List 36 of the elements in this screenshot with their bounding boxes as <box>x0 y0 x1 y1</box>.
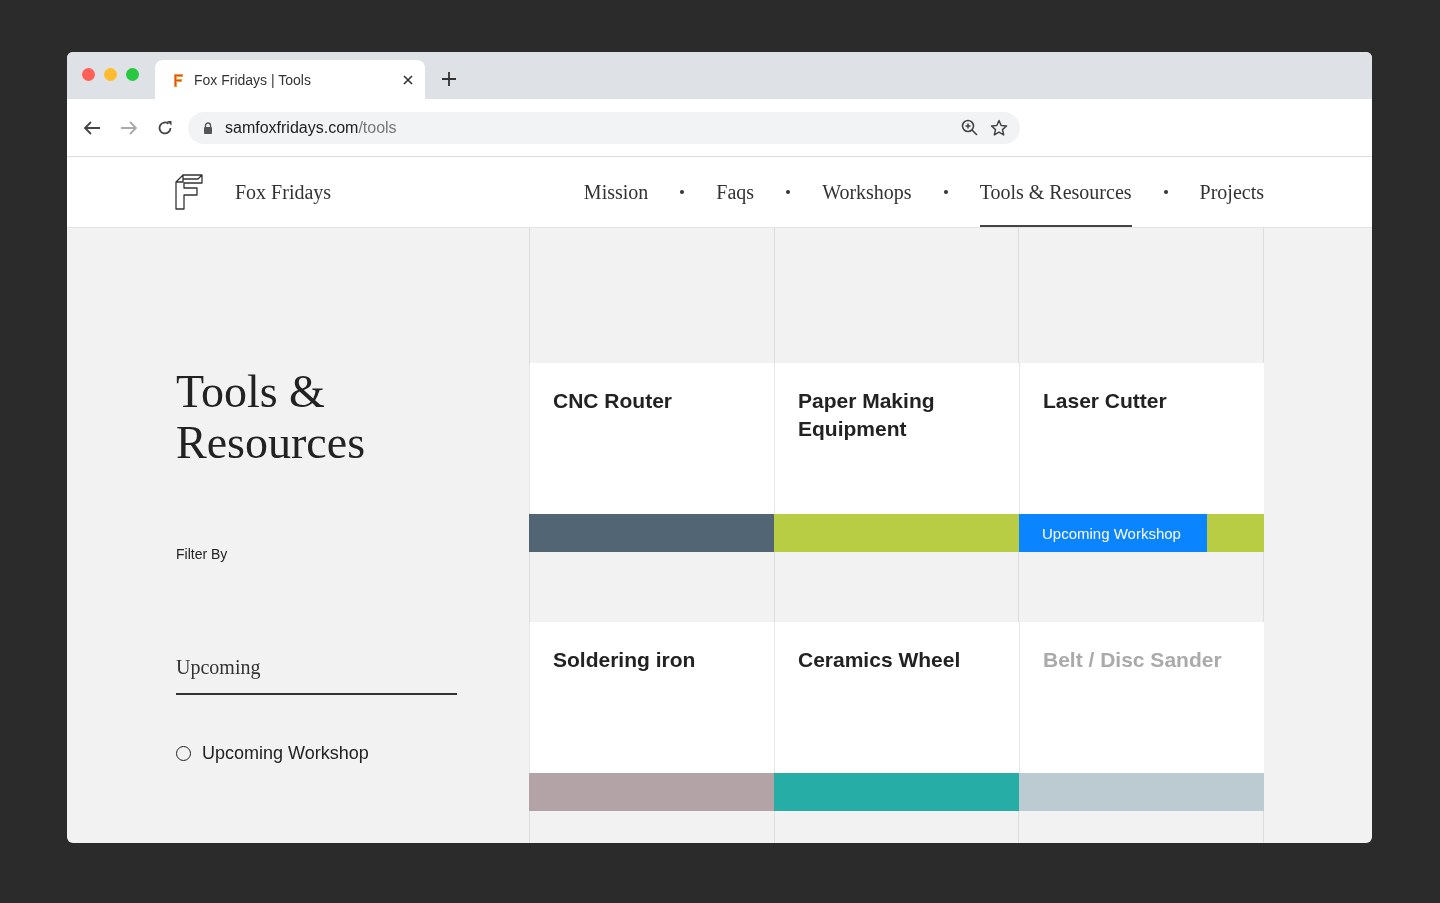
tool-name[interactable]: Laser Cutter <box>1043 387 1241 415</box>
zoom-in-icon[interactable] <box>961 119 978 136</box>
star-icon[interactable] <box>990 118 1008 137</box>
tool-name[interactable]: Paper Making Equipment <box>798 387 996 443</box>
workshop-tag: Upcoming Workshop <box>1019 514 1207 552</box>
site-name[interactable]: Fox Fridays <box>235 180 332 204</box>
separator-dot <box>786 190 791 194</box>
filter-label: Filter By <box>176 546 229 562</box>
filter-option-label[interactable]: Upcoming Workshop <box>202 743 369 764</box>
tool-name[interactable]: Soldering iron <box>553 646 751 674</box>
browser-tab[interactable]: Fox Fridays | Tools <box>155 60 425 99</box>
tool-name[interactable]: Ceramics Wheel <box>798 646 996 674</box>
tool-card[interactable]: CNC Router <box>529 363 774 514</box>
page-title: Tools & Resources <box>176 366 367 468</box>
lock-icon <box>203 121 213 134</box>
nav-link[interactable]: Tools & Resources <box>979 157 1132 227</box>
separator-dot <box>680 190 685 194</box>
nav-link[interactable]: Projects <box>1199 157 1264 227</box>
letter-f-icon <box>171 71 185 88</box>
tool-card[interactable]: Paper Making Equipment <box>774 363 1019 514</box>
tool-name[interactable]: CNC Router <box>553 387 751 415</box>
nav-link[interactable]: Mission <box>583 157 649 227</box>
address-field[interactable]: samfoxfridays.com/tools <box>188 111 1020 144</box>
separator-dot <box>1163 190 1168 194</box>
separator-dot <box>943 190 948 194</box>
tool-card[interactable]: Laser Cutter <box>1019 363 1264 514</box>
tool-card[interactable]: Ceramics Wheel <box>774 622 1019 773</box>
logo-icon[interactable] <box>175 174 203 210</box>
reload-icon[interactable] <box>157 119 173 136</box>
back-icon[interactable] <box>83 120 101 135</box>
filter-group-heading: Upcoming <box>176 656 457 695</box>
nav-link[interactable]: Workshops <box>822 157 912 227</box>
tool-card[interactable]: Soldering iron <box>529 622 774 773</box>
close-tab-icon[interactable] <box>403 74 413 85</box>
new-tab-icon[interactable] <box>442 72 456 86</box>
nav-link[interactable]: Faqs <box>716 157 755 227</box>
